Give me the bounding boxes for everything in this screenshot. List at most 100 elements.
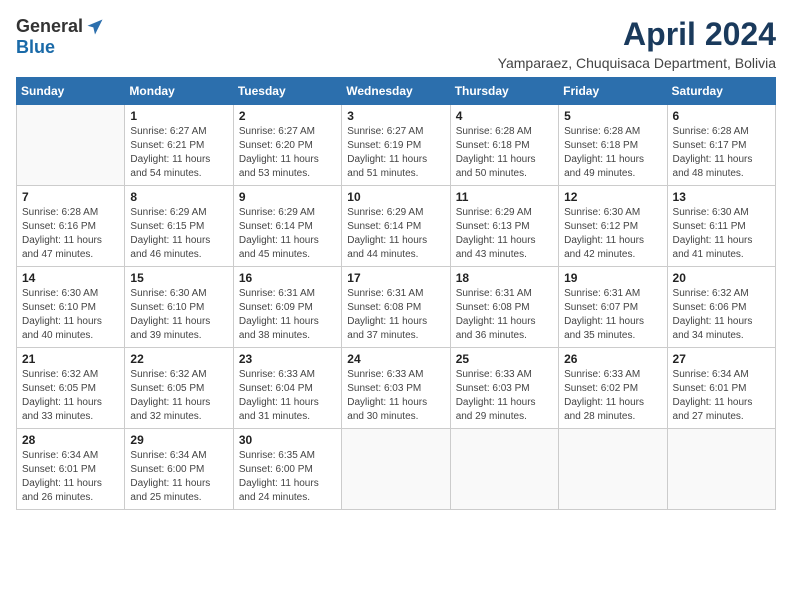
calendar-cell: 16 Sunrise: 6:31 AM Sunset: 6:09 PM Dayli… [233,267,341,348]
day-info: Sunrise: 6:29 AM Sunset: 6:15 PM Dayligh… [130,206,227,262]
day-info: Sunrise: 6:35 AM Sunset: 6:00 PM Dayligh… [239,449,336,505]
day-info: Sunrise: 6:29 AM Sunset: 6:14 PM Dayligh… [239,206,336,262]
calendar-cell [667,429,775,510]
day-info: Sunrise: 6:34 AM Sunset: 6:01 PM Dayligh… [673,368,770,424]
calendar-cell: 27 Sunrise: 6:34 AM Sunset: 6:01 PM Dayli… [667,348,775,429]
day-number: 7 [22,190,119,204]
day-info: Sunrise: 6:29 AM Sunset: 6:13 PM Dayligh… [456,206,553,262]
day-number: 22 [130,352,227,366]
day-number: 27 [673,352,770,366]
calendar-cell: 28 Sunrise: 6:34 AM Sunset: 6:01 PM Dayli… [17,429,125,510]
calendar-week-2: 7Sunrise: 6:28 AM Sunset: 6:16 PM Daylig… [17,186,776,267]
day-info: Sunrise: 6:34 AM Sunset: 6:01 PM Dayligh… [22,449,119,505]
header-monday: Monday [125,78,233,105]
calendar-week-1: 1Sunrise: 6:27 AM Sunset: 6:21 PM Daylig… [17,105,776,186]
page-header: General Blue April 2024 Yamparaez, Chuqu… [16,16,776,71]
day-number: 8 [130,190,227,204]
header-tuesday: Tuesday [233,78,341,105]
day-number: 23 [239,352,336,366]
day-number: 15 [130,271,227,285]
day-info: Sunrise: 6:33 AM Sunset: 6:02 PM Dayligh… [564,368,661,424]
day-number: 26 [564,352,661,366]
day-number: 28 [22,433,119,447]
calendar-cell: 20 Sunrise: 6:32 AM Sunset: 6:06 PM Dayli… [667,267,775,348]
day-info: Sunrise: 6:31 AM Sunset: 6:08 PM Dayligh… [456,287,553,343]
day-info: Sunrise: 6:32 AM Sunset: 6:05 PM Dayligh… [130,368,227,424]
day-info: Sunrise: 6:28 AM Sunset: 6:18 PM Dayligh… [456,125,553,181]
day-number: 3 [347,109,444,123]
calendar-cell: 21Sunrise: 6:32 AM Sunset: 6:05 PM Dayli… [17,348,125,429]
calendar-cell: 23Sunrise: 6:33 AM Sunset: 6:04 PM Dayli… [233,348,341,429]
calendar-cell: 11 Sunrise: 6:29 AM Sunset: 6:13 PM Dayli… [450,186,558,267]
day-info: Sunrise: 6:32 AM Sunset: 6:06 PM Dayligh… [673,287,770,343]
logo: General Blue [16,16,105,58]
day-info: Sunrise: 6:27 AM Sunset: 6:19 PM Dayligh… [347,125,444,181]
calendar-table: Sunday Monday Tuesday Wednesday Thursday… [16,77,776,510]
day-number: 12 [564,190,661,204]
day-number: 6 [673,109,770,123]
calendar-cell: 4Sunrise: 6:28 AM Sunset: 6:18 PM Daylig… [450,105,558,186]
day-number: 10 [347,190,444,204]
day-info: Sunrise: 6:30 AM Sunset: 6:11 PM Dayligh… [673,206,770,262]
day-info: Sunrise: 6:30 AM Sunset: 6:12 PM Dayligh… [564,206,661,262]
day-info: Sunrise: 6:29 AM Sunset: 6:14 PM Dayligh… [347,206,444,262]
day-info: Sunrise: 6:30 AM Sunset: 6:10 PM Dayligh… [22,287,119,343]
calendar-cell: 14Sunrise: 6:30 AM Sunset: 6:10 PM Dayli… [17,267,125,348]
calendar-cell: 2Sunrise: 6:27 AM Sunset: 6:20 PM Daylig… [233,105,341,186]
calendar-week-3: 14Sunrise: 6:30 AM Sunset: 6:10 PM Dayli… [17,267,776,348]
calendar-cell: 5Sunrise: 6:28 AM Sunset: 6:18 PM Daylig… [559,105,667,186]
day-number: 1 [130,109,227,123]
day-number: 5 [564,109,661,123]
calendar-cell: 10 Sunrise: 6:29 AM Sunset: 6:14 PM Dayli… [342,186,450,267]
calendar-cell: 17 Sunrise: 6:31 AM Sunset: 6:08 PM Dayli… [342,267,450,348]
day-info: Sunrise: 6:33 AM Sunset: 6:03 PM Dayligh… [456,368,553,424]
day-number: 25 [456,352,553,366]
calendar-cell: 30 Sunrise: 6:35 AM Sunset: 6:00 PM Dayli… [233,429,341,510]
calendar-cell [559,429,667,510]
header-sunday: Sunday [17,78,125,105]
day-number: 19 [564,271,661,285]
day-info: Sunrise: 6:31 AM Sunset: 6:09 PM Dayligh… [239,287,336,343]
calendar-header-row: Sunday Monday Tuesday Wednesday Thursday… [17,78,776,105]
calendar-cell: 9Sunrise: 6:29 AM Sunset: 6:14 PM Daylig… [233,186,341,267]
day-number: 30 [239,433,336,447]
calendar-week-5: 28 Sunrise: 6:34 AM Sunset: 6:01 PM Dayli… [17,429,776,510]
logo-blue-text: Blue [16,37,55,58]
day-number: 2 [239,109,336,123]
header-wednesday: Wednesday [342,78,450,105]
calendar-cell: 12 Sunrise: 6:30 AM Sunset: 6:12 PM Dayli… [559,186,667,267]
calendar-cell: 7Sunrise: 6:28 AM Sunset: 6:16 PM Daylig… [17,186,125,267]
day-number: 16 [239,271,336,285]
day-number: 13 [673,190,770,204]
header-saturday: Saturday [667,78,775,105]
month-title: April 2024 [498,16,776,53]
day-info: Sunrise: 6:31 AM Sunset: 6:07 PM Dayligh… [564,287,661,343]
calendar-cell [17,105,125,186]
calendar-cell: 25 Sunrise: 6:33 AM Sunset: 6:03 PM Dayli… [450,348,558,429]
header-friday: Friday [559,78,667,105]
header-thursday: Thursday [450,78,558,105]
day-info: Sunrise: 6:32 AM Sunset: 6:05 PM Dayligh… [22,368,119,424]
calendar-week-4: 21Sunrise: 6:32 AM Sunset: 6:05 PM Dayli… [17,348,776,429]
day-info: Sunrise: 6:33 AM Sunset: 6:03 PM Dayligh… [347,368,444,424]
calendar-cell: 13 Sunrise: 6:30 AM Sunset: 6:11 PM Dayli… [667,186,775,267]
calendar-cell: 6 Sunrise: 6:28 AM Sunset: 6:17 PM Daylig… [667,105,775,186]
calendar-cell [342,429,450,510]
day-info: Sunrise: 6:34 AM Sunset: 6:00 PM Dayligh… [130,449,227,505]
calendar-cell: 18Sunrise: 6:31 AM Sunset: 6:08 PM Dayli… [450,267,558,348]
title-section: April 2024 Yamparaez, Chuquisaca Departm… [498,16,776,71]
calendar-cell: 29Sunrise: 6:34 AM Sunset: 6:00 PM Dayli… [125,429,233,510]
logo-general-text: General [16,16,83,37]
calendar-cell: 26 Sunrise: 6:33 AM Sunset: 6:02 PM Dayli… [559,348,667,429]
day-number: 20 [673,271,770,285]
calendar-cell: 1Sunrise: 6:27 AM Sunset: 6:21 PM Daylig… [125,105,233,186]
day-number: 17 [347,271,444,285]
calendar-cell: 15 Sunrise: 6:30 AM Sunset: 6:10 PM Dayli… [125,267,233,348]
day-info: Sunrise: 6:30 AM Sunset: 6:10 PM Dayligh… [130,287,227,343]
calendar-cell: 8 Sunrise: 6:29 AM Sunset: 6:15 PM Daylig… [125,186,233,267]
day-info: Sunrise: 6:31 AM Sunset: 6:08 PM Dayligh… [347,287,444,343]
day-number: 11 [456,190,553,204]
logo-bird-icon [85,17,105,37]
day-info: Sunrise: 6:28 AM Sunset: 6:17 PM Dayligh… [673,125,770,181]
calendar-cell [450,429,558,510]
